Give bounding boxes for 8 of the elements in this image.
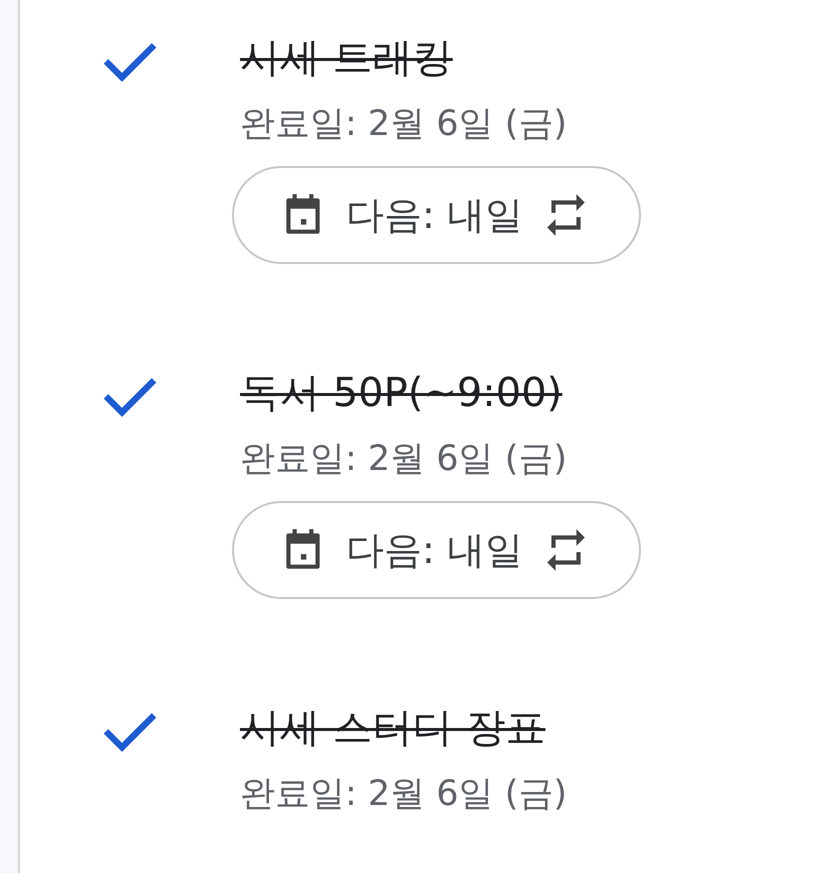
next-date-chip[interactable]: 다음: 내일 [232, 501, 641, 599]
task-title: 시세 트래킹 [240, 34, 453, 83]
completed-date: 완료일: 2월 6일 (금) [240, 438, 568, 481]
task-title: 시세 스터디 장표 [240, 704, 546, 753]
completed-date: 완료일: 2월 6일 (금) [240, 773, 568, 816]
completed-date: 완료일: 2월 6일 (금) [240, 103, 568, 146]
next-date-chip[interactable]: 다음: 내일 [232, 166, 641, 264]
task-title: 독서 50P(~9:00) [240, 369, 562, 418]
